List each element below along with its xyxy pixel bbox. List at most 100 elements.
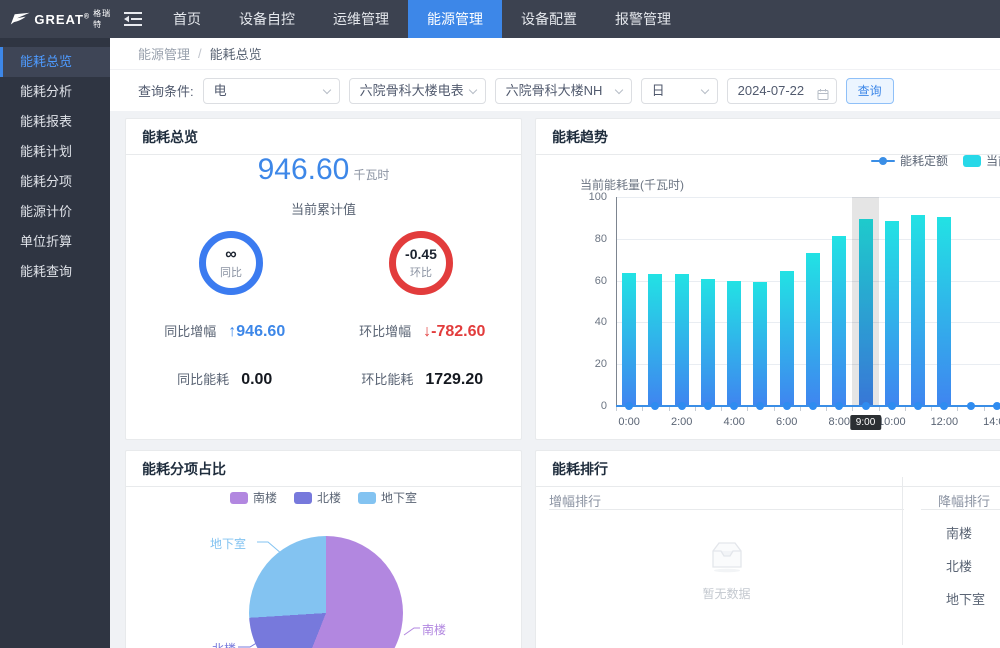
sidebar-item-7[interactable]: 能耗查询 [0, 257, 110, 287]
menu-fold-icon[interactable] [124, 12, 142, 26]
period-value: 日 [652, 83, 665, 98]
pie-legend-item-1[interactable]: 北楼 [294, 489, 341, 506]
x-tick-1 [642, 407, 643, 411]
yoy-ratio-value: ∞ [225, 247, 236, 262]
x-tick-9 [852, 407, 853, 411]
yoy-growth-label: 同比增幅 [164, 321, 216, 340]
y-axis-line [616, 197, 617, 406]
x-tick-12 [931, 407, 932, 411]
nav-item-5[interactable]: 报警管理 [596, 0, 690, 38]
legend-item-line-series[interactable]: 能耗定额 [871, 152, 948, 169]
sidebar-item-6[interactable]: 单位折算 [0, 227, 110, 257]
nav-item-3[interactable]: 能源管理 [408, 0, 502, 38]
nav-item-2[interactable]: 运维管理 [314, 0, 408, 38]
pie-legend-swatch-2 [358, 492, 376, 504]
sidebar-item-2[interactable]: 能耗报表 [0, 107, 110, 137]
y-tick-label-0: 0 [601, 400, 607, 412]
quota-line-point-8:00 [835, 402, 843, 410]
fall-ranking-item-0: 南楼 [946, 523, 972, 542]
empty-inbox-icon [706, 539, 748, 573]
sidebar: 能耗总览能耗分析能耗报表能耗计划能耗分项能源计价单位折算能耗查询 [0, 38, 110, 648]
node-select[interactable]: 六院骨科大楼NH [495, 78, 632, 104]
brand-logo: GREAT® 格瑞特 [0, 0, 116, 38]
calendar-icon [817, 85, 829, 104]
chevron-down-icon [468, 85, 476, 93]
line-series-marker [871, 160, 895, 162]
energy-type-select[interactable]: 电 [203, 78, 340, 104]
energy-overview-card: 能耗总览 946.60千瓦时 当前累计值 ∞ 同比 -0.45 环比 同比增幅 … [125, 118, 522, 440]
energy-ranking-card: 能耗排行 增幅排行 暂无数据 降幅排行 南楼北楼地下室 [535, 450, 1000, 648]
nav-item-1[interactable]: 设备自控 [220, 0, 314, 38]
trend-bar-3:00 [701, 279, 715, 406]
query-label: 查询条件: [138, 81, 194, 100]
date-picker[interactable]: 2024-07-22 [727, 78, 837, 104]
gridline-100 [616, 197, 1000, 198]
mom-ratio-ring: -0.45 环比 [389, 231, 453, 295]
quota-line-point-4:00 [730, 402, 738, 410]
axis-pointer-label: 9:00 [850, 415, 881, 430]
x-tick-label-14:00: 14:00 [983, 416, 1000, 428]
nav-item-0[interactable]: 首页 [154, 0, 220, 38]
trend-bar-1:00 [648, 274, 662, 406]
quota-line-point-6:00 [783, 402, 791, 410]
yoy-energy-value: 0.00 [241, 371, 272, 389]
node-value: 六院骨科大楼NH [506, 83, 603, 98]
brand-flag-icon [10, 11, 30, 27]
trend-bar-2:00 [675, 274, 689, 406]
pie-legend-label-1: 北楼 [317, 489, 341, 506]
legend-label-line: 能耗定额 [900, 152, 948, 169]
x-tick-label-10:00: 10:00 [878, 416, 906, 428]
rise-ranking-divider [549, 509, 904, 510]
y-tick-label-80: 80 [595, 233, 607, 245]
mom-growth-label: 环比增幅 [359, 321, 411, 340]
sidebar-item-5[interactable]: 能源计价 [0, 197, 110, 227]
energy-row: 同比能耗 0.00 环比能耗 1729.20 [126, 369, 521, 389]
query-filter-bar: 查询条件: 电 六院骨科大楼电表 六院骨科大楼NH 日 2024-07-22 [110, 70, 1000, 111]
period-select[interactable]: 日 [641, 78, 718, 104]
fall-ranking-item-1: 北楼 [946, 556, 972, 575]
quota-line-point-1:00 [651, 402, 659, 410]
x-tick-0 [616, 407, 617, 411]
quota-line-point-11:00 [914, 402, 922, 410]
pie-legend-item-2[interactable]: 地下室 [358, 489, 417, 506]
yoy-energy-label: 同比能耗 [177, 369, 229, 388]
trend-legend: 能耗定额 当前能耗 [871, 152, 1000, 169]
x-tick-label-8:00: 8:00 [829, 416, 850, 428]
pie-slice-label-0: 南楼 [422, 621, 446, 638]
legend-label-bar: 当前能耗 [986, 152, 1000, 169]
nav-item-4[interactable]: 设备配置 [502, 0, 596, 38]
sidebar-item-4[interactable]: 能耗分项 [0, 167, 110, 197]
chevron-down-icon [614, 85, 622, 93]
y-tick-label-20: 20 [595, 358, 607, 370]
pie-legend-label-2: 地下室 [381, 489, 417, 506]
search-button[interactable]: 查询 [846, 78, 894, 104]
quota-line-point-7:00 [809, 402, 817, 410]
energy-type-value: 电 [214, 83, 227, 98]
x-tick-6 [774, 407, 775, 411]
trend-card-title: 能耗趋势 [536, 119, 1000, 155]
quota-line-point-13:00 [967, 402, 975, 410]
trend-bar-0:00 [622, 273, 636, 406]
trend-bar-6:00 [780, 271, 794, 406]
breadcrumb-current: 能耗总览 [210, 44, 262, 63]
pie-legend-item-0[interactable]: 南楼 [230, 489, 277, 506]
meter-select[interactable]: 六院骨科大楼电表 [349, 78, 486, 104]
mom-energy-label: 环比能耗 [361, 369, 413, 388]
trend-bar-7:00 [806, 253, 820, 406]
pie-legend-swatch-0 [230, 492, 248, 504]
trend-bar-11:00 [911, 215, 925, 406]
rise-ranking-title: 增幅排行 [549, 491, 601, 510]
sidebar-item-1[interactable]: 能耗分析 [0, 77, 110, 107]
brand-name-cn: 格瑞特 [93, 8, 116, 30]
yoy-ratio-label: 同比 [220, 264, 242, 280]
quota-line-point-3:00 [704, 402, 712, 410]
empty-state-text: 暂无数据 [549, 585, 904, 602]
sidebar-item-0[interactable]: 能耗总览 [0, 47, 110, 77]
total-consumption-unit: 千瓦时 [353, 168, 389, 182]
legend-item-bar-series[interactable]: 当前能耗 [963, 152, 1000, 169]
sidebar-item-3[interactable]: 能耗计划 [0, 137, 110, 167]
x-tick-label-0:00: 0:00 [618, 416, 639, 428]
breadcrumb-parent[interactable]: 能源管理 [138, 44, 190, 63]
mom-ratio-label: 环比 [410, 264, 432, 280]
trend-bar-12:00 [937, 217, 951, 406]
